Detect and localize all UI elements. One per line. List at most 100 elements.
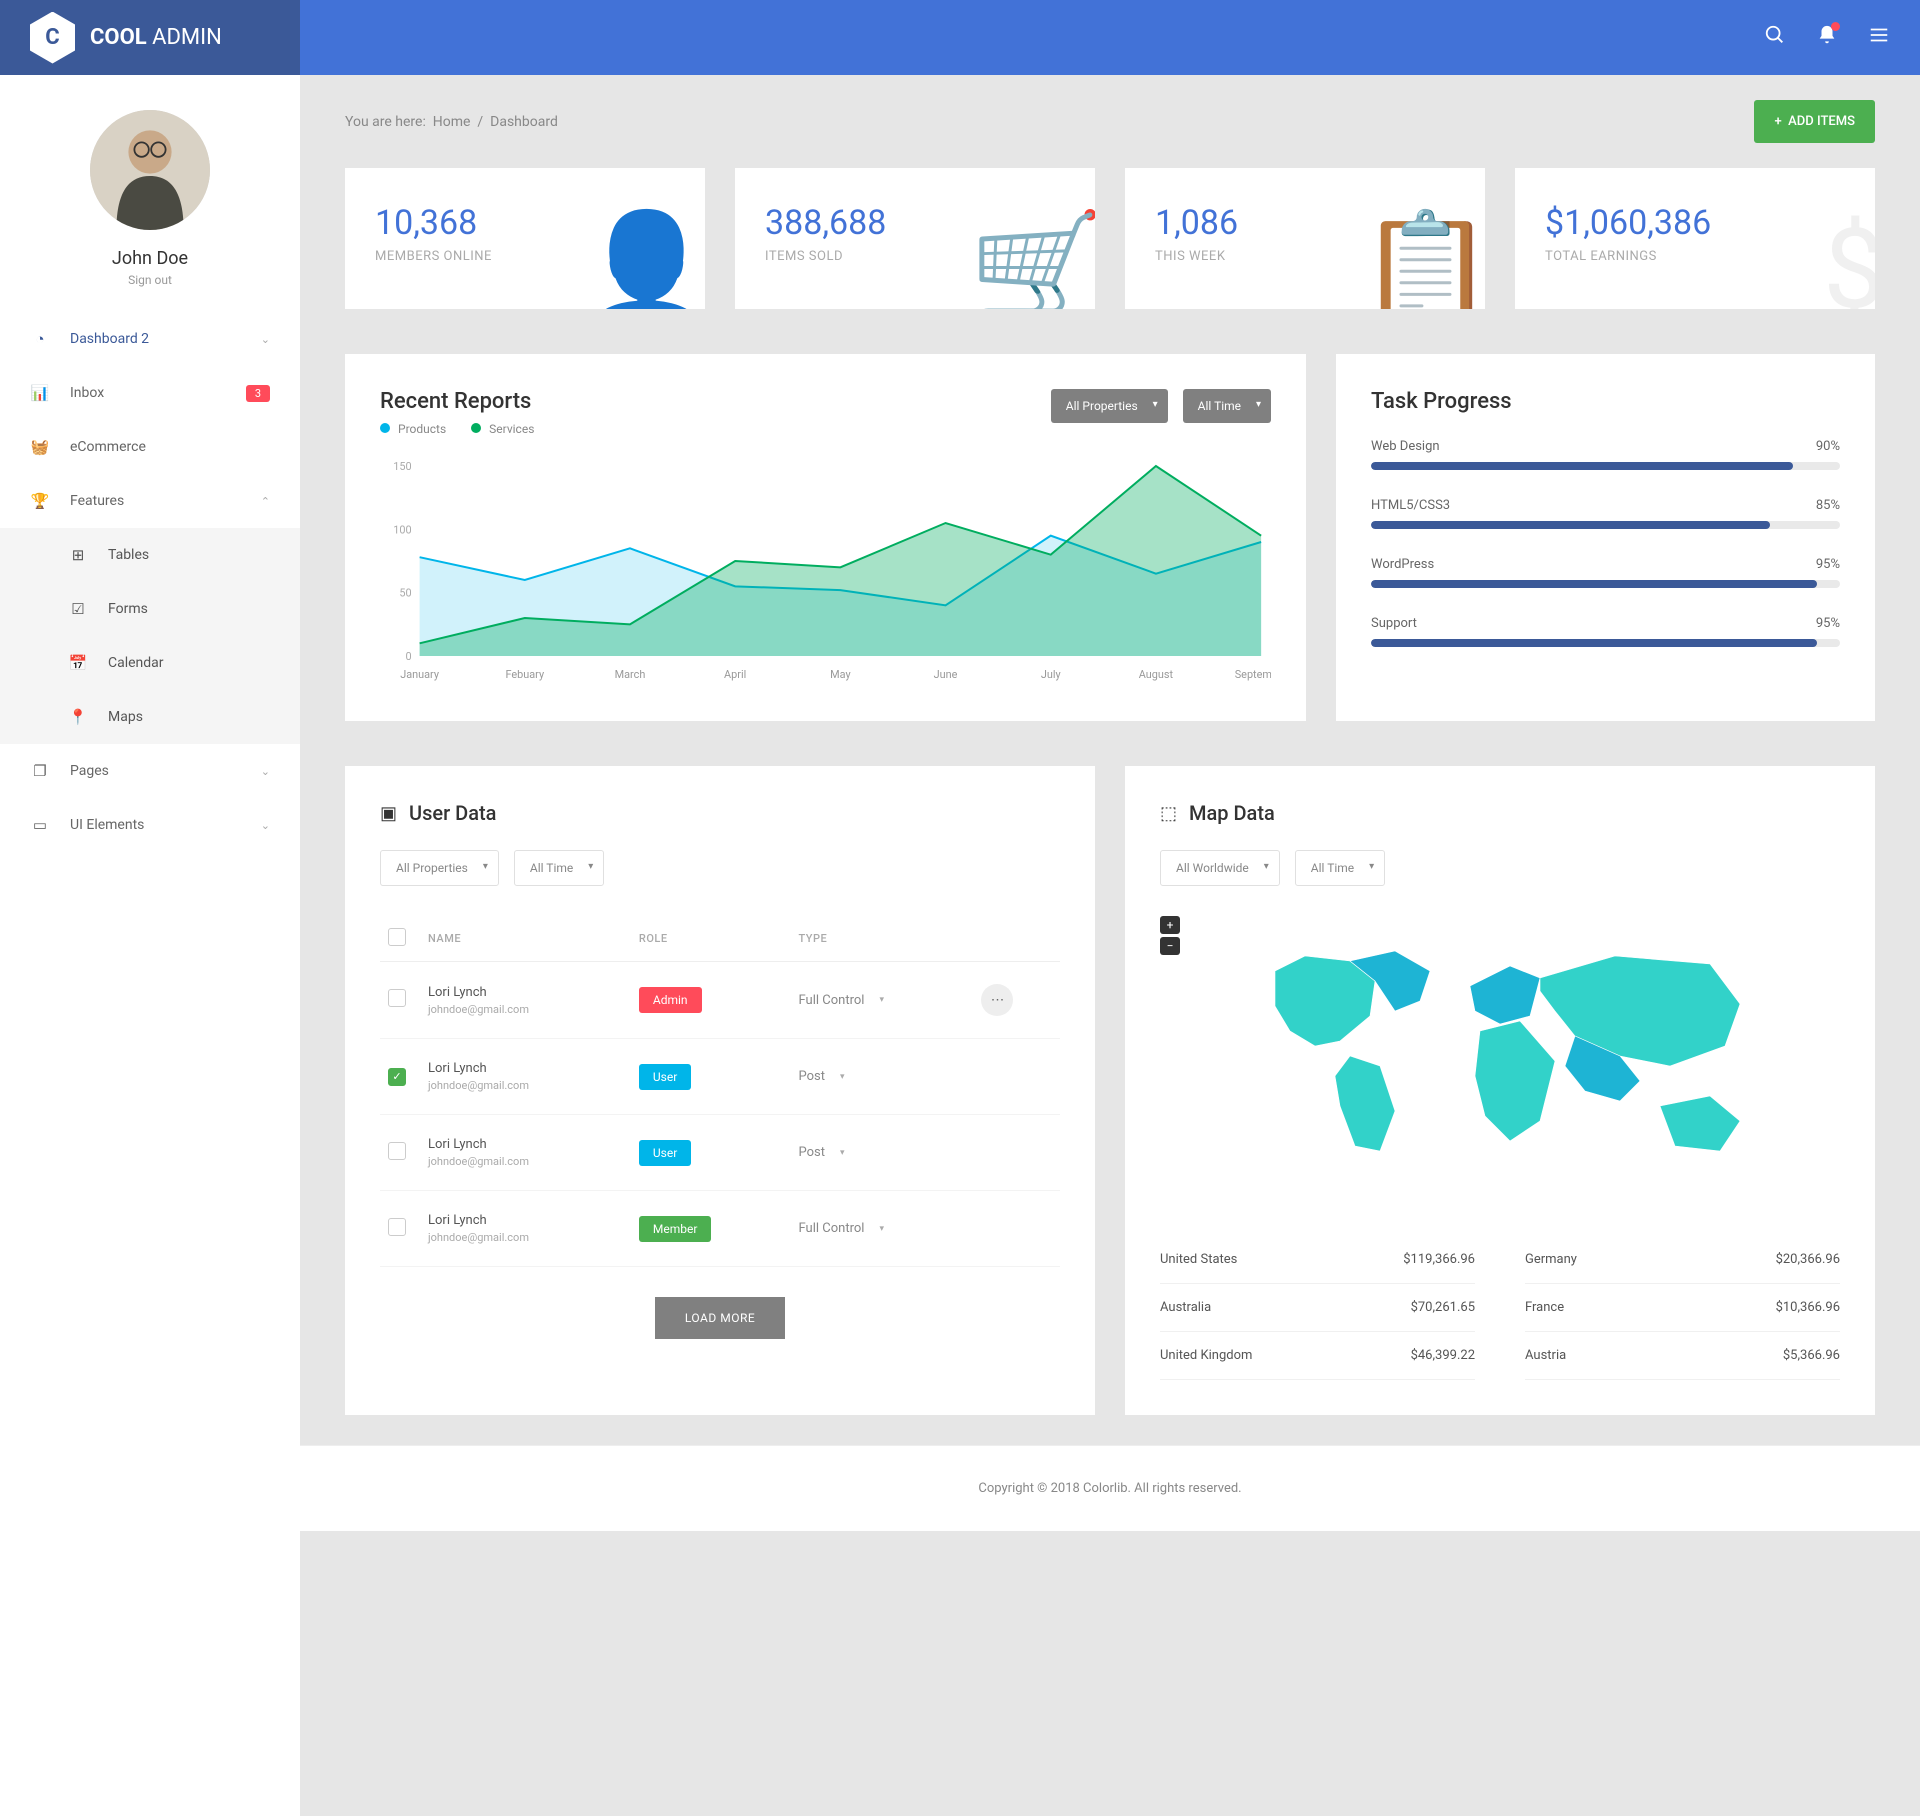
add-items-button[interactable]: + ADD ITEMS — [1754, 100, 1875, 143]
row-checkbox[interactable] — [388, 989, 406, 1007]
nav-label: Maps — [108, 709, 143, 725]
nav-item-pages[interactable]: ❐Pages⌄ — [0, 744, 300, 798]
load-more-button[interactable]: LOAD MORE — [655, 1297, 785, 1339]
map-data-title: Map Data — [1189, 801, 1275, 825]
nav-item-dashboard-2[interactable]: ◔ Dashboard 2 ⌄ — [0, 312, 300, 366]
task-progress-card: Task Progress Web Design90% HTML5/CSS385… — [1336, 354, 1875, 721]
map-data-icon: ⬚ — [1160, 803, 1177, 824]
topbar — [300, 0, 1920, 75]
logo-bold: COOL — [90, 25, 147, 50]
task-item: Web Design 90% — [1371, 439, 1840, 470]
task-label: Web Design — [1371, 439, 1440, 454]
notification-dot — [1831, 22, 1840, 31]
type-select[interactable]: Post▾ — [799, 1069, 966, 1084]
nav-item-ui-elements[interactable]: ▭UI Elements⌄ — [0, 798, 300, 852]
row-checkbox[interactable]: ✓ — [388, 1068, 406, 1086]
nav-icon: 🧺 — [30, 438, 50, 456]
nav-item-maps[interactable]: 📍 Maps — [0, 690, 300, 744]
zoom-in-button[interactable]: + — [1160, 916, 1180, 934]
chevron-icon: ⌄ — [261, 819, 270, 832]
table-row: Lori Lynchjohndoe@gmail.com Member Full … — [380, 1191, 1060, 1267]
country-name: France — [1525, 1300, 1564, 1315]
nav-item-tables[interactable]: ⊞Tables — [0, 528, 300, 582]
table-row: Lori Lynchjohndoe@gmail.com User Post▾ — [380, 1115, 1060, 1191]
nav-label: eCommerce — [70, 439, 146, 455]
profile-name: John Doe — [0, 248, 300, 269]
stat-card: $1,060,386 TOTAL EARNINGS $ — [1515, 168, 1875, 309]
zoom-controls: + − — [1160, 916, 1180, 958]
svg-text:100: 100 — [393, 523, 411, 536]
world-map[interactable]: + − — [1160, 916, 1840, 1196]
nav-item-inbox[interactable]: 📊Inbox3 — [0, 366, 300, 420]
task-label: WordPress — [1371, 557, 1434, 572]
nav-icon: ☑ — [68, 600, 88, 618]
map-data-card: ⬚ Map Data All Worldwide All Time + − — [1125, 766, 1875, 1415]
nav-icon: 📍 — [68, 708, 88, 726]
nav-item-features[interactable]: 🏆Features⌃ — [0, 474, 300, 528]
map-stats-right: Germany$20,366.96France$10,366.96Austria… — [1525, 1236, 1840, 1380]
type-select[interactable]: Full Control▾ — [799, 1221, 966, 1236]
svg-text:August: August — [1139, 668, 1174, 681]
nav-label: Forms — [108, 601, 148, 617]
select-all-checkbox[interactable] — [388, 928, 406, 946]
search-icon[interactable] — [1764, 24, 1786, 52]
svg-text:May: May — [830, 668, 851, 681]
more-button[interactable]: ⋯ — [981, 984, 1013, 1016]
nav-label: UI Elements — [70, 817, 144, 833]
legend-item: Products — [380, 422, 446, 436]
reports-card: Recent Reports ProductsServices All Prop… — [345, 354, 1306, 721]
task-pct: 85% — [1816, 498, 1840, 513]
logo[interactable]: C COOL ADMIN — [0, 0, 300, 75]
breadcrumb-row: You are here: Home / Dashboard + ADD ITE… — [300, 75, 1920, 168]
user-name: Lori Lynch — [428, 985, 623, 1000]
breadcrumb-home[interactable]: Home — [433, 114, 471, 130]
task-label: Support — [1371, 616, 1417, 631]
task-item: Support95% — [1371, 616, 1840, 647]
reports-filter-properties[interactable]: All Properties — [1051, 389, 1168, 423]
footer: Copyright © 2018 Colorlib. All rights re… — [300, 1445, 1920, 1531]
user-name: Lori Lynch — [428, 1061, 623, 1076]
reports-title: Recent Reports — [380, 389, 534, 414]
nav-item-forms[interactable]: ☑ Forms — [0, 582, 300, 636]
stat-card: 1,086 THIS WEEK 📋 — [1125, 168, 1485, 309]
row-checkbox[interactable] — [388, 1218, 406, 1236]
nav-item-ecommerce[interactable]: 🧺 eCommerce — [0, 420, 300, 474]
menu-icon[interactable] — [1868, 24, 1890, 52]
user-data-title: User Data — [409, 801, 496, 825]
task-bar — [1371, 521, 1840, 529]
avatar[interactable] — [90, 110, 210, 230]
userdata-filter-properties[interactable]: All Properties — [380, 850, 499, 886]
reports-filter-time[interactable]: All Time — [1183, 389, 1271, 423]
nav-item-calendar[interactable]: 📅Calendar — [0, 636, 300, 690]
row-checkbox[interactable] — [388, 1142, 406, 1160]
breadcrumb: You are here: Home / Dashboard — [345, 114, 558, 130]
nav-icon: ◔ — [30, 330, 50, 348]
type-select[interactable]: Full Control▾ — [799, 993, 966, 1008]
stat-bg-icon: $ — [1823, 205, 1875, 309]
map-stats-left: United States$119,366.96Australia$70,261… — [1160, 1236, 1475, 1380]
user-name: Lori Lynch — [428, 1213, 623, 1228]
map-stat-row: Australia$70,261.65 — [1160, 1284, 1475, 1332]
chevron-icon: ⌄ — [261, 333, 270, 346]
userdata-filter-time[interactable]: All Time — [514, 850, 604, 886]
profile: John Doe Sign out — [0, 75, 300, 312]
task-pct: 90% — [1816, 439, 1840, 454]
nav-icon: 🏆 — [30, 492, 50, 510]
mapdata-filter-worldwide[interactable]: All Worldwide — [1160, 850, 1280, 886]
bell-icon[interactable] — [1816, 24, 1838, 52]
logo-mark: C — [30, 12, 75, 64]
sign-out-link[interactable]: Sign out — [0, 273, 300, 287]
stat-bg-icon: 👤 — [578, 205, 705, 309]
task-item: HTML5/CSS385% — [1371, 498, 1840, 529]
type-select[interactable]: Post▾ — [799, 1145, 966, 1160]
zoom-out-button[interactable]: − — [1160, 937, 1180, 955]
nav-label: Dashboard 2 — [70, 331, 149, 347]
stat-label: TOTAL EARNINGS — [1545, 249, 1845, 264]
col-name: NAME — [420, 916, 631, 962]
mapdata-filter-time[interactable]: All Time — [1295, 850, 1385, 886]
user-table: NAME ROLE TYPE Lori Lynchjohndoe@gmail.c… — [380, 916, 1060, 1267]
reports-chart: 050100150JanuaryFebuaryMarchAprilMayJune… — [380, 456, 1271, 686]
nav-icon: ⊞ — [68, 546, 88, 564]
map-stat-row: United Kingdom$46,399.22 — [1160, 1332, 1475, 1380]
task-pct: 95% — [1816, 557, 1840, 572]
